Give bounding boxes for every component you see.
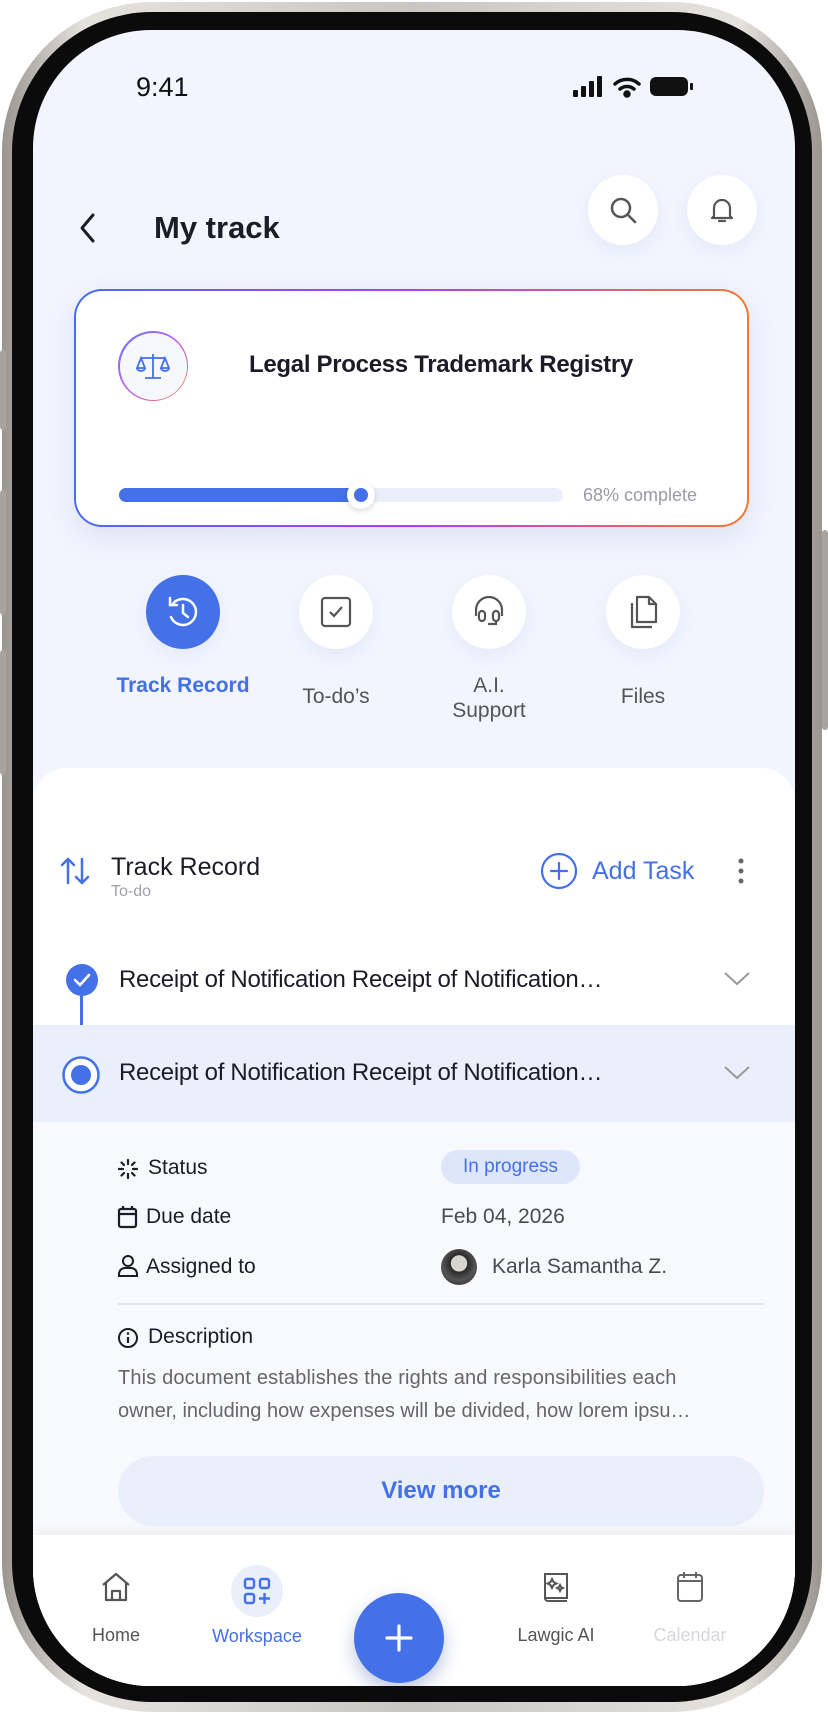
checkbox-icon xyxy=(320,596,352,628)
view-more-button[interactable]: View more xyxy=(118,1456,764,1526)
tab-ai-support[interactable] xyxy=(452,575,526,649)
workspace-icon xyxy=(243,1577,271,1605)
more-icon[interactable] xyxy=(735,856,747,886)
nav-calendar[interactable]: Calendar xyxy=(630,1570,750,1646)
section-title: Track Record xyxy=(111,853,261,881)
section-subtitle: To-do xyxy=(111,883,152,900)
tab-label-ai-support[interactable]: A.I. Support xyxy=(439,673,539,723)
history-icon xyxy=(168,596,198,627)
case-title: Legal Process Trademark Registry xyxy=(249,351,633,378)
screen: 9:41 My track Legal Process Trademark Re… xyxy=(33,30,795,1686)
case-icon-badge xyxy=(118,331,188,401)
info-icon xyxy=(118,1328,138,1348)
nav-label: Home xyxy=(91,1625,140,1645)
calendar-icon xyxy=(117,1206,138,1229)
avatar xyxy=(441,1249,477,1285)
back-icon[interactable] xyxy=(77,212,101,244)
add-fab-button[interactable] xyxy=(354,1593,444,1683)
tab-label-track-record[interactable]: Track Record xyxy=(113,673,253,698)
home-icon xyxy=(102,1572,130,1602)
due-date-label: Due date xyxy=(146,1205,232,1228)
task-title: Receipt of Notification Receipt of Notif… xyxy=(119,966,603,993)
progress-label: 68% complete xyxy=(583,485,698,505)
wifi-icon xyxy=(613,77,641,98)
chevron-down-icon[interactable] xyxy=(723,1064,751,1082)
calendar-icon xyxy=(677,1572,703,1602)
tab-track-record[interactable] xyxy=(146,575,220,649)
task-title: Receipt of Notification Receipt of Notif… xyxy=(119,1059,603,1086)
nav-label: Lawgic AI xyxy=(517,1625,595,1645)
side-button xyxy=(0,650,6,775)
description-label: Description xyxy=(148,1325,254,1348)
case-card[interactable]: Legal Process Trademark Registry 68% com… xyxy=(74,289,749,527)
add-task-button[interactable]: Add Task xyxy=(540,852,694,890)
ai-book-icon xyxy=(544,1573,568,1602)
page-title: My track xyxy=(154,210,280,245)
progress-knob xyxy=(346,481,375,509)
nav-label: Workspace xyxy=(212,1626,302,1646)
due-date-value: Feb 04, 2026 xyxy=(441,1205,565,1228)
task-row-expanded[interactable]: Receipt of Notification Receipt of Notif… xyxy=(33,1025,795,1122)
signal-icon xyxy=(573,76,602,97)
bottom-nav: Home Workspace Lawgic AI Calendar xyxy=(33,1535,795,1686)
status-time: 9:41 xyxy=(136,72,189,102)
headset-icon xyxy=(474,595,504,626)
tab-label-files[interactable]: Files xyxy=(573,685,713,709)
assignee-name: Karla Samantha Z. xyxy=(492,1255,668,1278)
chevron-down-icon[interactable] xyxy=(723,970,751,988)
side-button xyxy=(0,490,6,615)
search-button[interactable] xyxy=(588,175,658,245)
battery-icon xyxy=(650,77,693,96)
status-badge: In progress xyxy=(441,1150,581,1184)
loader-icon xyxy=(117,1158,139,1180)
task-row[interactable]: Receipt of Notification Receipt of Notif… xyxy=(33,938,795,1018)
side-button xyxy=(822,530,828,730)
add-task-label: Add Task xyxy=(592,856,695,885)
nav-workspace[interactable]: Workspace xyxy=(197,1565,317,1647)
plus-circle-icon xyxy=(540,852,578,890)
status-icons xyxy=(573,76,693,98)
side-button xyxy=(0,350,6,430)
plus-icon xyxy=(385,1624,413,1652)
progress-bar xyxy=(119,481,563,509)
tab-label-todos[interactable]: To-do’s xyxy=(266,685,406,709)
nav-lawgic-ai[interactable]: Lawgic AI xyxy=(496,1570,616,1646)
status-label: Status xyxy=(148,1156,208,1179)
files-icon xyxy=(630,595,658,629)
assigned-label: Assigned to xyxy=(146,1255,256,1278)
divider xyxy=(118,1303,764,1305)
search-icon xyxy=(610,197,637,224)
bell-icon xyxy=(710,198,734,223)
notifications-button[interactable] xyxy=(687,175,757,245)
sort-icon[interactable] xyxy=(60,856,90,886)
description-line: This document establishes the rights and… xyxy=(118,1367,677,1389)
scales-icon xyxy=(136,354,170,379)
check-circle-icon xyxy=(66,964,98,996)
user-icon xyxy=(118,1255,138,1277)
tab-files[interactable] xyxy=(606,575,680,649)
progress-fill xyxy=(119,488,361,502)
nav-home[interactable]: Home xyxy=(66,1570,166,1646)
nav-label: Calendar xyxy=(653,1625,727,1645)
tab-todos[interactable] xyxy=(299,575,373,649)
current-step-icon xyxy=(62,1056,100,1094)
description-line: owner, including how expenses will be di… xyxy=(118,1400,691,1422)
